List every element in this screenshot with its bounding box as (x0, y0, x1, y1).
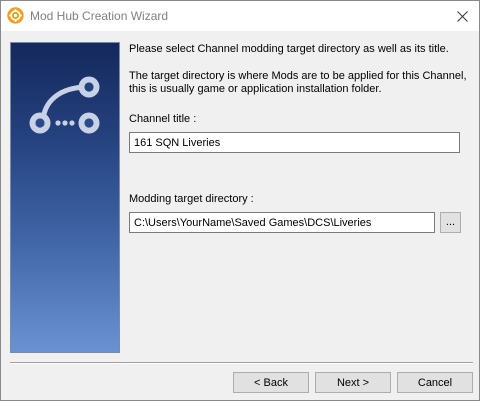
next-button[interactable]: Next > (315, 372, 391, 393)
browse-button[interactable]: ... (440, 212, 461, 233)
window-title: Mod Hub Creation Wizard (30, 9, 169, 23)
title-bar: Mod Hub Creation Wizard (1, 1, 479, 31)
wizard-content: Please select Channel modding target dir… (1, 31, 479, 361)
description-line-2: this is usually game or application inst… (129, 83, 382, 95)
target-directory-label: Modding target directory : (129, 193, 254, 205)
branch-nodes-icon (29, 76, 100, 134)
channel-title-label: Channel title : (129, 113, 197, 125)
wizard-side-panel (10, 42, 120, 353)
description-line-1: The target directory is where Mods are t… (129, 70, 467, 82)
footer-separator (10, 362, 473, 364)
gear-icon (7, 7, 24, 24)
back-button[interactable]: < Back (233, 372, 309, 393)
wizard-window: Mod Hub Creation Wizard Please select Ch… (0, 0, 480, 401)
cancel-button[interactable]: Cancel (397, 372, 473, 393)
target-directory-input[interactable] (129, 212, 435, 233)
instruction-text: Please select Channel modding target dir… (129, 43, 449, 55)
close-icon (457, 11, 468, 22)
channel-title-input[interactable] (129, 132, 460, 153)
close-button[interactable] (445, 1, 479, 31)
